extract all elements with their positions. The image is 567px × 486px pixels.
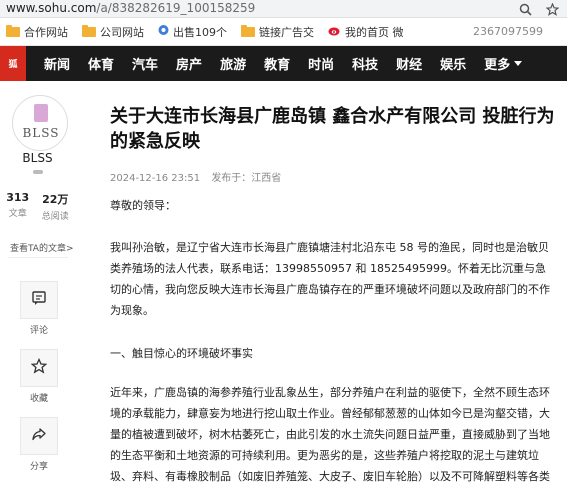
bookmarks-bar: 合作网站 公司网站 出售109个 链接广告交 我的首页 微 2367097599 — [0, 18, 567, 46]
stat-reads: 22万 总阅读 — [42, 191, 69, 222]
folder-icon — [241, 24, 255, 37]
stat-label: 文章 — [8, 209, 27, 219]
url-path: /a/838282619_100158259 — [96, 1, 256, 15]
comment-button[interactable]: 评论 — [20, 281, 58, 336]
folder-icon — [82, 24, 96, 37]
stat-value: 313 — [6, 191, 30, 204]
bookmark-label: 公司网站 — [100, 25, 144, 39]
nav-item-tech[interactable]: 科技 — [352, 54, 378, 73]
avatar-logo-mark — [34, 104, 48, 122]
stat-articles: 313 文章 — [6, 191, 29, 222]
stat-label: 总阅读 — [41, 212, 69, 222]
bookmark-label: 我的首页 微 — [345, 25, 404, 39]
nav-item-house[interactable]: 房产 — [176, 54, 202, 73]
author-sidebar: BLSS BLSS 313 文章 22万 总阅读 查看TA的文章> 评论 收藏 — [0, 81, 75, 486]
divider — [8, 257, 68, 258]
search-icon[interactable] — [519, 3, 532, 16]
action-label: 收藏 — [29, 394, 48, 404]
weibo-icon — [328, 25, 341, 39]
article-date: 2024-12-16 23:51 — [110, 173, 201, 184]
chevron-down-icon — [514, 56, 523, 71]
verified-badge-icon — [33, 170, 43, 174]
bookmark-label: 链接广告交 — [259, 25, 314, 39]
article-paragraph: 尊敬的领导： — [110, 199, 176, 212]
bookmark-item[interactable]: 链接广告交 — [241, 24, 314, 40]
view-author-articles-link[interactable]: 查看TA的文章> — [10, 241, 74, 254]
bookmark-item[interactable]: 出售109个 — [158, 24, 227, 40]
url-text[interactable]: www.sohu.com/a/838282619_100158259 — [6, 1, 255, 15]
star-icon — [30, 357, 48, 378]
action-label: 分享 — [29, 462, 48, 472]
avatar-brand: BLSS — [22, 126, 60, 140]
bookmark-item[interactable]: 公司网站 — [82, 24, 144, 40]
nav-item-auto[interactable]: 汽车 — [132, 54, 158, 73]
article-source: 发布于：江西省 — [211, 173, 282, 184]
nav-more-button[interactable]: 更多 — [484, 54, 523, 73]
nav-item-travel[interactable]: 旅游 — [220, 54, 246, 73]
share-button[interactable]: 分享 — [20, 417, 58, 472]
bookmark-item[interactable]: 合作网站 — [6, 24, 68, 40]
site-nav: 狐 新闻 体育 汽车 房产 旅游 教育 时尚 科技 财经 娱乐 更多 — [0, 46, 567, 81]
bookmark-item[interactable]: 我的首页 微 — [328, 24, 404, 40]
page-icon — [158, 24, 169, 39]
bookmark-label: 合作网站 — [24, 25, 68, 39]
bookmark-star-icon[interactable] — [546, 2, 559, 16]
author-name[interactable]: BLSS — [0, 151, 75, 165]
favorite-button[interactable]: 收藏 — [20, 349, 58, 404]
share-icon — [31, 426, 47, 446]
url-host: www.sohu.com — [6, 1, 97, 15]
nav-item-news[interactable]: 新闻 — [44, 54, 70, 73]
nav-item-sports[interactable]: 体育 — [88, 54, 114, 73]
action-label: 评论 — [29, 326, 48, 336]
article: 关于大连市长海县广鹿岛镇 鑫合水产有限公司 投脏行为的紧急反映 2024-12-… — [96, 81, 567, 486]
article-title: 关于大连市长海县广鹿岛镇 鑫合水产有限公司 投脏行为的紧急反映 — [110, 106, 555, 152]
author-stats: 313 文章 22万 总阅读 — [0, 191, 75, 222]
article-meta: 2024-12-16 23:51 发布于：江西省 — [110, 169, 281, 184]
address-bar[interactable]: www.sohu.com/a/838282619_100158259 — [0, 0, 567, 18]
nav-item-fashion[interactable]: 时尚 — [308, 54, 334, 73]
nav-more-label: 更多 — [484, 58, 511, 73]
folder-icon — [6, 24, 20, 37]
nav-item-entertainment[interactable]: 娱乐 — [440, 54, 466, 73]
nav-item-education[interactable]: 教育 — [264, 54, 290, 73]
nav-item-finance[interactable]: 财经 — [396, 54, 422, 73]
article-paragraph: 近年来，广鹿岛镇的海参养殖行业乱象丛生，部分养殖户在利益的驱使下，全然不顾生态环… — [110, 386, 550, 483]
sohu-logo[interactable]: 狐 — [0, 46, 26, 81]
avatar[interactable]: BLSS — [12, 95, 68, 151]
stat-value: 22万 — [42, 193, 69, 206]
article-section-heading: 一、触目惊心的环境破坏事实 — [110, 347, 253, 360]
article-paragraph: 我叫孙治敏，是辽宁省大连市长海县广鹿镇塘洼村北沿东屯 58 号的渔民，同时也是治… — [110, 241, 550, 317]
bookmark-label: 出售109个 — [173, 25, 227, 39]
comment-icon — [31, 290, 47, 310]
bookmark-phone: 2367097599 — [473, 25, 543, 38]
